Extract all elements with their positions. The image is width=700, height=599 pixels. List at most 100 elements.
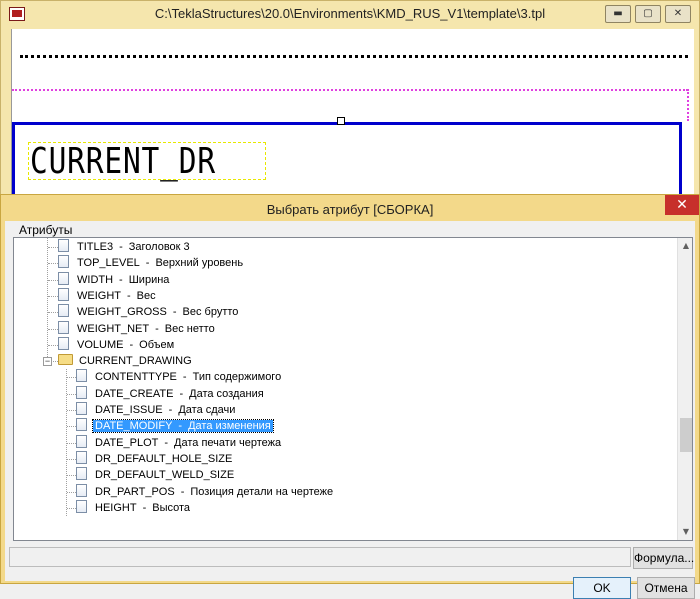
tree-item-label: CURRENT_DRAWING bbox=[77, 355, 194, 367]
attribute-name: CONTENTTYPE bbox=[95, 371, 177, 384]
cancel-button[interactable]: Отмена bbox=[637, 577, 695, 599]
tree-folder-item[interactable]: − CURRENT_DRAWING bbox=[43, 353, 194, 369]
tree-connector-line bbox=[48, 312, 58, 314]
dialog-close-button[interactable]: ✕ bbox=[665, 195, 699, 215]
tree-item-label: HEIGHT - Высота bbox=[93, 502, 192, 514]
tree-item-label: DATE_MODIFY - Дата изменения bbox=[92, 419, 274, 434]
tree-item-label: TITLE3- Заголовок 3 bbox=[75, 241, 192, 253]
attribute-file-icon bbox=[58, 320, 69, 334]
tree-item[interactable]: WIDTH - Ширина bbox=[58, 271, 171, 288]
editor-close-button[interactable]: ✕ bbox=[665, 5, 691, 23]
tree-item-label: WIDTH - Ширина bbox=[75, 274, 171, 286]
attribute-description: Тип содержимого bbox=[192, 371, 282, 384]
tree-connector-line bbox=[48, 247, 58, 248]
folder-open-icon bbox=[58, 354, 73, 366]
tree-item[interactable]: WEIGHT_NET - Вес нетто bbox=[58, 320, 217, 337]
tree-connector-line bbox=[67, 458, 76, 460]
tree-connector-line bbox=[67, 393, 76, 395]
attribute-name: WEIGHT_NET bbox=[77, 322, 150, 335]
attribute-description: Объем bbox=[139, 338, 175, 351]
minimize-button[interactable]: ▬ bbox=[605, 5, 631, 23]
tree-item[interactable]: DR_PART_POS - Позиция детали на чертеже bbox=[76, 483, 335, 500]
editor-title: C:\TeklaStructures\20.0\Environments\KMD… bbox=[154, 6, 546, 21]
tree-connector-line bbox=[48, 344, 58, 346]
dialog-body: Атрибуты ▲ ▼ TITLE3- Заголовок 3 TOP_LEVEL… bbox=[5, 221, 695, 599]
tree-item[interactable]: WEIGHT - Вес bbox=[58, 287, 158, 304]
tree-item[interactable]: HEIGHT - Высота bbox=[76, 499, 192, 516]
scroll-up-arrow-icon[interactable]: ▲ bbox=[678, 238, 692, 254]
tree-connector-line bbox=[67, 442, 76, 444]
dialog-titlebar[interactable]: Выбрать атрибут [СБОРКА] ✕ bbox=[1, 195, 699, 223]
tree-item[interactable]: CONTENTTYPE - Тип содержимого bbox=[76, 369, 283, 385]
attribute-separator: - bbox=[172, 306, 177, 319]
tree-item[interactable]: VOLUME - Объем bbox=[58, 336, 176, 353]
current-drawing-text[interactable]: CURRENT_DR bbox=[30, 141, 216, 182]
tree-connector-line bbox=[67, 377, 76, 379]
tree-item-label: DR_DEFAULT_WELD_SIZE bbox=[93, 469, 236, 481]
tree-connector-line bbox=[67, 475, 76, 477]
attribute-description: Вес bbox=[136, 289, 156, 302]
select-attribute-dialog: Выбрать атрибут [СБОРКА] ✕ Атрибуты ▲ ▼ … bbox=[0, 194, 700, 599]
attribute-separator: - bbox=[129, 338, 134, 351]
tree-item-label: TOP_LEVEL - Верхний уровень bbox=[75, 257, 245, 269]
tree-connector-line bbox=[48, 263, 58, 265]
tree-item[interactable]: DATE_ISSUE - Дата сдачи bbox=[76, 402, 237, 418]
collapse-minus-icon[interactable]: − bbox=[43, 357, 52, 367]
attribute-separator: - bbox=[119, 273, 123, 286]
tree-item-label: WEIGHT_NET - Вес нетто bbox=[75, 323, 217, 335]
tree-item[interactable]: DR_DEFAULT_WELD_SIZE bbox=[76, 467, 236, 483]
attribute-description: Высота bbox=[152, 501, 191, 514]
tree-connector-line bbox=[48, 328, 58, 330]
tree-item-label: WEIGHT_GROSS - Вес брутто bbox=[75, 306, 240, 318]
formula-button[interactable]: Формула... bbox=[633, 547, 694, 569]
attribute-name: TOP_LEVEL bbox=[77, 257, 140, 270]
tree-connector-line bbox=[67, 410, 76, 411]
tree-item[interactable]: WEIGHT_GROSS - Вес брутто bbox=[58, 304, 240, 320]
template-canvas[interactable]: CURRENT_DR bbox=[11, 29, 694, 204]
attribute-separator: - bbox=[180, 485, 185, 498]
ok-button[interactable]: OK bbox=[573, 577, 631, 599]
tree-item[interactable]: TOP_LEVEL - Верхний уровень bbox=[58, 255, 245, 271]
attribute-file-icon bbox=[58, 304, 69, 318]
attribute-description: Вес нетто bbox=[164, 322, 215, 335]
tree-item[interactable]: TITLE3- Заголовок 3 bbox=[58, 239, 192, 255]
attribute-name: CURRENT_DRAWING bbox=[79, 355, 192, 368]
resize-handle[interactable] bbox=[337, 117, 345, 125]
editor-titlebar[interactable]: C:\TeklaStructures\20.0\Environments\KMD… bbox=[1, 1, 699, 29]
scroll-down-arrow-icon[interactable]: ▼ bbox=[678, 524, 692, 540]
attribute-file-icon bbox=[76, 402, 87, 415]
scroll-thumb[interactable] bbox=[680, 418, 692, 452]
maximize-button[interactable]: ▢ bbox=[635, 5, 661, 23]
attribute-separator: - bbox=[145, 257, 150, 270]
attribute-file-icon bbox=[76, 467, 87, 481]
tree-item[interactable]: DR_DEFAULT_HOLE_SIZE bbox=[76, 450, 234, 467]
attribute-tree[interactable]: ▲ ▼ TITLE3- Заголовок 3 TOP_LEVEL - Верхний … bbox=[13, 237, 693, 541]
attribute-description: Вес брутто bbox=[182, 306, 239, 319]
attribute-file-icon bbox=[58, 239, 69, 252]
tree-connector-line bbox=[67, 491, 76, 493]
attribute-file-icon bbox=[76, 369, 87, 383]
tree-connector-line bbox=[48, 279, 58, 281]
attribute-name: WEIGHT bbox=[77, 289, 121, 302]
attribute-file-icon bbox=[76, 499, 87, 513]
template-editor-window: C:\TeklaStructures\20.0\Environments\KMD… bbox=[0, 0, 700, 204]
tree-item-label: DATE_PLOT - Дата печати чертежа bbox=[93, 437, 283, 449]
attribute-name: DR_PART_POS bbox=[95, 485, 175, 498]
attribute-separator: - bbox=[142, 501, 147, 514]
attribute-name: WEIGHT_GROSS bbox=[77, 306, 167, 319]
attribute-file-icon bbox=[76, 385, 87, 399]
tree-scrollbar[interactable]: ▲ ▼ bbox=[677, 238, 692, 540]
tree-connector-line bbox=[67, 426, 76, 428]
attribute-name: VOLUME bbox=[77, 338, 124, 351]
tree-item[interactable]: DATE_CREATE - Дата создания bbox=[76, 385, 266, 402]
formula-field[interactable] bbox=[9, 547, 631, 567]
attribute-separator: - bbox=[155, 322, 159, 335]
attribute-separator: - bbox=[127, 289, 131, 302]
dialog-title: Выбрать атрибут [СБОРКА] bbox=[266, 202, 434, 217]
tree-item[interactable]: DATE_PLOT - Дата печати чертежа bbox=[76, 434, 283, 451]
tree-item-label: VOLUME - Объем bbox=[75, 339, 176, 351]
attribute-file-icon bbox=[58, 255, 69, 269]
tree-item[interactable]: DATE_MODIFY - Дата изменения bbox=[76, 418, 274, 434]
attribute-file-icon bbox=[76, 418, 87, 432]
attribute-description: Ширина bbox=[128, 273, 170, 286]
